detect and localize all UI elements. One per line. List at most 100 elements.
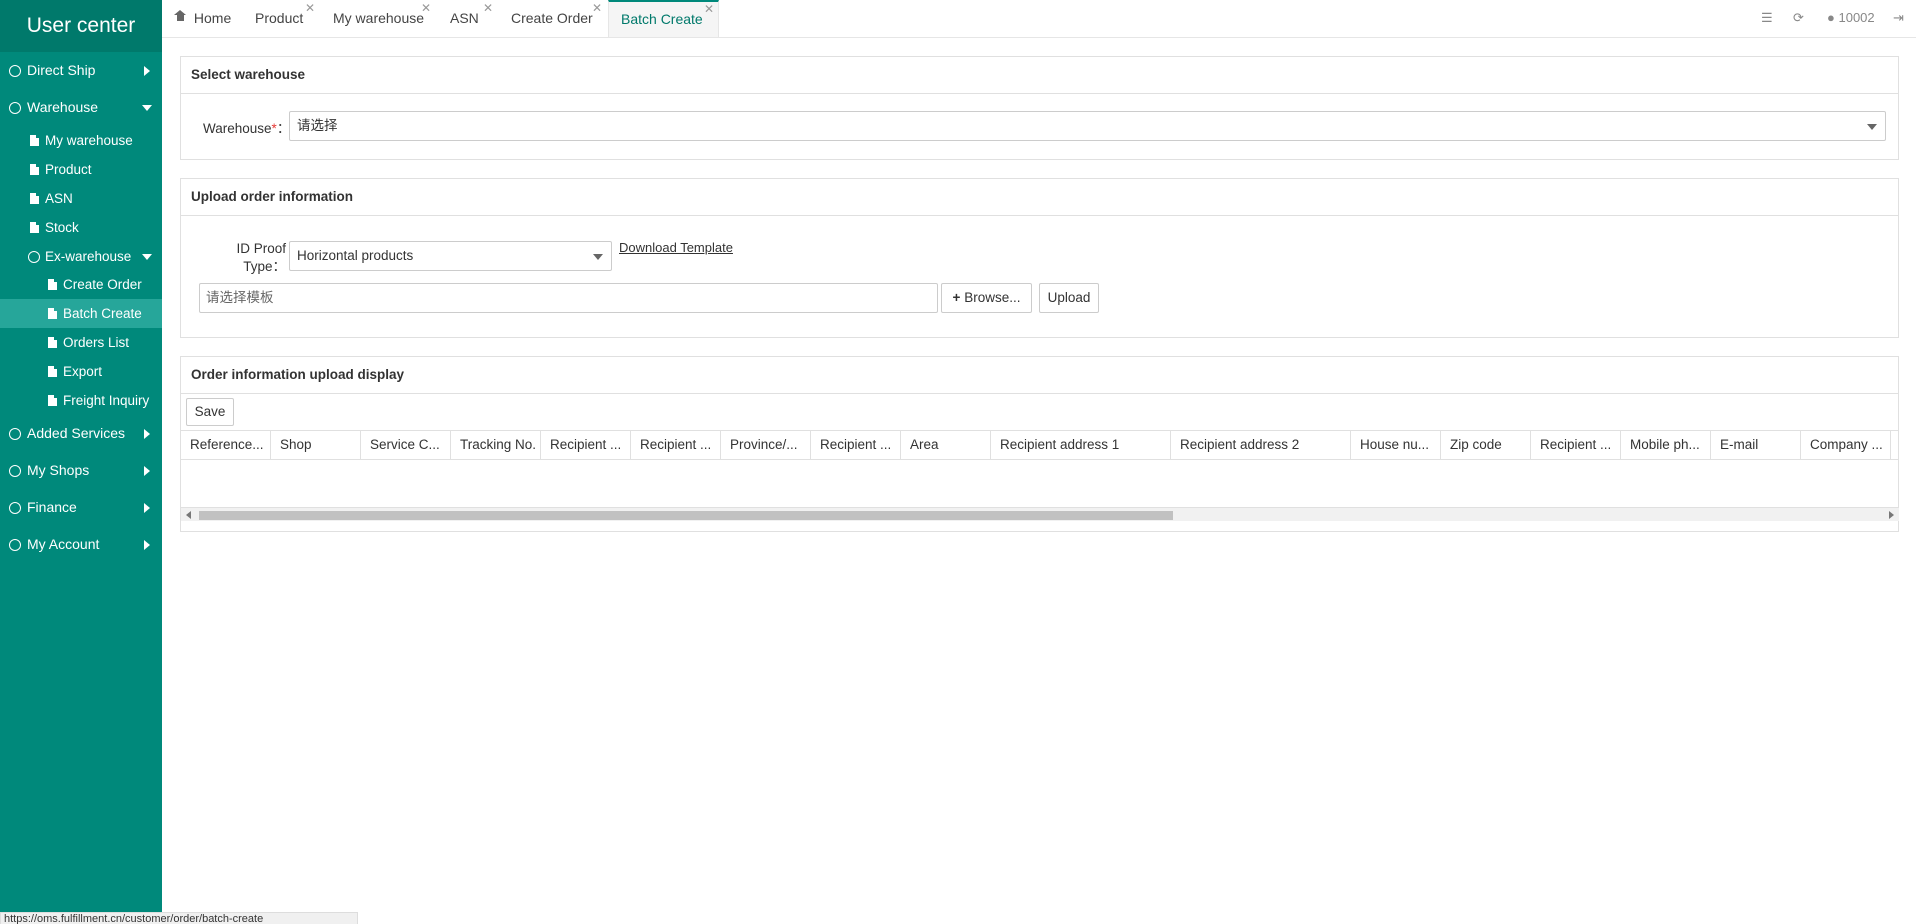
sidebar-item-added-services[interactable]: Added Services bbox=[0, 415, 162, 452]
tab-label: ASN bbox=[450, 10, 479, 26]
close-icon[interactable]: ✕ bbox=[704, 0, 714, 26]
sidebar-item-label: My warehouse bbox=[45, 133, 133, 148]
refresh-icon[interactable]: ⟳ bbox=[1793, 0, 1804, 37]
chevron-down-icon bbox=[593, 254, 603, 260]
tab-label: Create Order bbox=[511, 10, 593, 26]
document-icon bbox=[30, 164, 39, 175]
column-header[interactable]: Zip code bbox=[1441, 431, 1531, 459]
column-header[interactable]: Recipient ... bbox=[541, 431, 631, 459]
close-icon[interactable]: ✕ bbox=[592, 0, 602, 26]
circle-icon bbox=[9, 102, 21, 114]
tab-batch-create[interactable]: Batch Create ✕ bbox=[608, 0, 719, 37]
caret-right-icon bbox=[144, 429, 150, 439]
sidebar-item-asn[interactable]: ASN bbox=[0, 184, 162, 213]
document-icon bbox=[48, 308, 57, 319]
select-warehouse-panel: Select warehouse Warehouse*： 请选择 bbox=[180, 56, 1899, 160]
warehouse-select-value: 请选择 bbox=[297, 118, 338, 133]
sidebar-item-label: Export bbox=[63, 364, 103, 379]
sidebar-item-export[interactable]: Export bbox=[0, 357, 162, 386]
id-proof-type-value: Horizontal products bbox=[297, 248, 414, 263]
sidebar-item-ex-warehouse[interactable]: Ex-warehouse bbox=[0, 242, 162, 271]
browse-button[interactable]: + Browse... bbox=[941, 283, 1032, 313]
order-display-panel: Order information upload display Save Re… bbox=[180, 356, 1899, 532]
id-proof-type-select[interactable]: Horizontal products bbox=[289, 241, 612, 271]
sidebar-item-batch-create[interactable]: Batch Create bbox=[0, 299, 162, 328]
sidebar-item-product[interactable]: Product bbox=[0, 155, 162, 184]
scrollbar-thumb[interactable] bbox=[199, 511, 1173, 520]
column-header[interactable]: Province/... bbox=[721, 431, 811, 459]
sidebar-item-my-warehouse[interactable]: My warehouse bbox=[0, 126, 162, 155]
tab-asn[interactable]: ASN ✕ bbox=[450, 0, 493, 37]
sidebar-item-finance[interactable]: Finance bbox=[0, 489, 162, 526]
document-icon bbox=[48, 279, 57, 290]
circle-icon bbox=[9, 465, 21, 477]
panel-title: Select warehouse bbox=[181, 57, 1898, 94]
column-header[interactable]: Service C... bbox=[361, 431, 451, 459]
circle-icon bbox=[9, 539, 21, 551]
browse-label: Browse... bbox=[964, 290, 1021, 305]
sidebar-item-stock[interactable]: Stock bbox=[0, 213, 162, 242]
column-header[interactable]: Recipient address 1 bbox=[991, 431, 1171, 459]
column-header[interactable]: Company ... bbox=[1801, 431, 1891, 459]
document-icon bbox=[48, 337, 57, 348]
column-header[interactable]: Mobile ph... bbox=[1621, 431, 1711, 459]
column-header[interactable]: Shop bbox=[271, 431, 361, 459]
warehouse-select[interactable]: 请选择 bbox=[289, 111, 1886, 141]
scroll-right-icon[interactable] bbox=[1889, 511, 1894, 519]
close-icon[interactable]: ✕ bbox=[421, 0, 431, 26]
sidebar-item-label: Batch Create bbox=[63, 306, 142, 321]
sidebar-item-label: My Account bbox=[27, 536, 100, 552]
sidebar-item-label: Orders List bbox=[63, 335, 130, 350]
logout-icon[interactable]: ⇥ bbox=[1893, 0, 1904, 37]
sidebar-item-freight-inquiry[interactable]: Freight Inquiry bbox=[0, 386, 162, 415]
column-header[interactable]: E-mail bbox=[1711, 431, 1801, 459]
sidebar-item-my-shops[interactable]: My Shops bbox=[0, 452, 162, 489]
column-header[interactable]: Reference... bbox=[181, 431, 271, 459]
tab-my-warehouse[interactable]: My warehouse ✕ bbox=[333, 0, 431, 37]
user-menu[interactable]: ● 10002 bbox=[1827, 0, 1875, 37]
tab-home[interactable]: Home bbox=[174, 0, 231, 37]
column-header[interactable]: Recipient ... bbox=[1531, 431, 1621, 459]
tab-product[interactable]: Product ✕ bbox=[255, 0, 315, 37]
tab-label: Batch Create bbox=[621, 11, 703, 27]
sidebar-item-label: Ex-warehouse bbox=[45, 249, 132, 264]
sidebar-item-my-account[interactable]: My Account bbox=[0, 526, 162, 563]
chevron-down-icon bbox=[1867, 124, 1877, 130]
document-icon bbox=[48, 395, 57, 406]
horizontal-scrollbar[interactable] bbox=[181, 507, 1899, 521]
sidebar-item-create-order[interactable]: Create Order bbox=[0, 270, 162, 299]
sidebar-item-direct-ship[interactable]: Direct Ship bbox=[0, 52, 162, 89]
sidebar-item-label: Direct Ship bbox=[27, 62, 96, 78]
menu-toggle-icon[interactable]: ☰ bbox=[1761, 0, 1773, 37]
document-icon bbox=[30, 193, 39, 204]
column-header[interactable]: Area bbox=[901, 431, 991, 459]
sidebar-item-label: Finance bbox=[27, 499, 77, 515]
sidebar-item-label: ASN bbox=[45, 191, 73, 206]
tab-create-order[interactable]: Create Order ✕ bbox=[511, 0, 602, 37]
sidebar-item-warehouse[interactable]: Warehouse bbox=[0, 89, 162, 126]
column-header[interactable]: Recipient ... bbox=[811, 431, 901, 459]
caret-down-icon bbox=[142, 254, 152, 260]
browser-status-bar: https://oms.fulfillment.cn/customer/orde… bbox=[0, 912, 358, 924]
download-template-link[interactable]: Download Template bbox=[619, 240, 733, 255]
upload-button[interactable]: Upload bbox=[1039, 283, 1099, 313]
column-header[interactable]: Recipient address 2 bbox=[1171, 431, 1351, 459]
close-icon[interactable]: ✕ bbox=[483, 0, 493, 26]
template-file-input[interactable]: 请选择模板 bbox=[199, 283, 938, 313]
sidebar-item-label: Added Services bbox=[27, 425, 126, 441]
home-icon bbox=[174, 10, 186, 24]
sidebar-item-label: Product bbox=[45, 162, 92, 177]
column-header[interactable]: House nu... bbox=[1351, 431, 1441, 459]
tab-label: Product bbox=[255, 10, 304, 26]
column-header[interactable]: Tracking No. bbox=[451, 431, 541, 459]
sidebar-item-orders-list[interactable]: Orders List bbox=[0, 328, 162, 357]
close-icon[interactable]: ✕ bbox=[305, 0, 315, 26]
brand-title: User center bbox=[0, 0, 162, 52]
save-button[interactable]: Save bbox=[186, 398, 234, 426]
scroll-left-icon[interactable] bbox=[186, 511, 191, 519]
upload-order-panel: Upload order information ID Proof Type： … bbox=[180, 178, 1899, 338]
table-header: Reference... Shop Service C... Tracking … bbox=[181, 430, 1899, 460]
column-header[interactable]: Recipient ... bbox=[631, 431, 721, 459]
caret-down-icon bbox=[142, 105, 152, 111]
user-id: 10002 bbox=[1838, 10, 1875, 25]
